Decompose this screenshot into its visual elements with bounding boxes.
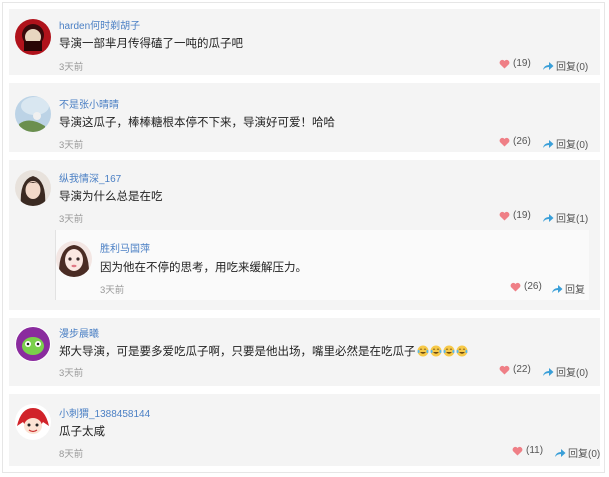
laughing-tears-emoji <box>430 345 441 357</box>
avatar[interactable] <box>15 96 51 132</box>
comment-text-body: 郑大导演，可是要多爱吃瓜子啊，只要是他出场，嘴里必然是在吃瓜子 <box>59 346 416 358</box>
share-arrow-icon <box>543 367 554 376</box>
reply-label: 回复(0) <box>556 368 589 379</box>
reply-button[interactable]: 回复(1) <box>542 210 588 225</box>
reply-label: 回复 <box>565 285 585 296</box>
comment-item: harden何时剃胡子 导演一部芈月传得磕了一吨的瓜子吧 3天前 (19) 回复… <box>9 9 600 75</box>
comment-text: 郑大导演，可是要多爱吃瓜子啊，只要是他出场，嘴里必然是在吃瓜子 <box>59 343 468 359</box>
reply-button[interactable]: 回复(0) <box>542 136 588 151</box>
comment-item: 纵我情深_167 导演为什么总是在吃 3天前 (19) 回复(1) 胜利马国萍 … <box>9 160 600 310</box>
comment-time: 3天前 <box>59 62 84 73</box>
like-count: (26) <box>513 136 531 147</box>
like-count: (19) <box>513 58 531 69</box>
like-count: (19) <box>513 210 531 221</box>
avatar[interactable] <box>15 326 51 362</box>
reply-label: 回复(0) <box>556 62 589 73</box>
comment-item: 漫步晨曦 郑大导演，可是要多爱吃瓜子啊，只要是他出场，嘴里必然是在吃瓜子 3天前… <box>9 318 600 386</box>
comment-username[interactable]: 漫步晨曦 <box>59 325 99 340</box>
reply-button[interactable]: 回复 <box>551 281 585 296</box>
laughing-tears-emoji <box>443 345 454 357</box>
avatar[interactable] <box>15 19 51 55</box>
share-arrow-icon <box>543 61 554 70</box>
comment-time: 3天前 <box>59 368 84 379</box>
heart-icon <box>510 282 521 292</box>
reply-button[interactable]: 回复(0) <box>542 364 588 379</box>
like-button[interactable]: (22) <box>499 364 531 375</box>
reply-label: 回复(1) <box>556 214 589 225</box>
comment-item: 小刺猬_1388458144 瓜子太咸 8天前 (11) 回复(0) <box>9 394 600 466</box>
reply-button[interactable]: 回复(0) <box>554 445 600 460</box>
share-arrow-icon <box>555 448 566 457</box>
share-arrow-icon <box>552 284 563 293</box>
comment-time: 3天前 <box>59 214 84 225</box>
share-arrow-icon <box>543 213 554 222</box>
reply-username[interactable]: 胜利马国萍 <box>100 240 150 255</box>
like-button[interactable]: (11) <box>512 445 543 456</box>
heart-icon <box>499 59 510 69</box>
comment-text: 导演一部芈月传得磕了一吨的瓜子吧 <box>59 38 243 50</box>
heart-icon <box>499 211 510 221</box>
share-arrow-icon <box>543 139 554 148</box>
comment-item: 不是张小晴晴 导演这瓜子，棒棒糖根本停不下来，导演好可爱！哈哈 3天前 (26)… <box>9 83 600 152</box>
comment-list: harden何时剃胡子 导演一部芈月传得磕了一吨的瓜子吧 3天前 (19) 回复… <box>2 2 605 473</box>
avatar[interactable] <box>15 170 51 206</box>
reply-label: 回复(0) <box>568 449 601 460</box>
like-button[interactable]: (19) <box>499 210 531 221</box>
like-button[interactable]: (26) <box>510 281 542 292</box>
comment-username[interactable]: 纵我情深_167 <box>59 170 121 185</box>
reply-time: 3天前 <box>100 285 125 296</box>
avatar[interactable] <box>56 241 92 277</box>
comment-time: 3天前 <box>59 140 84 151</box>
like-button[interactable]: (26) <box>499 136 531 147</box>
comment-username[interactable]: harden何时剃胡子 <box>59 17 140 32</box>
comment-text: 导演这瓜子，棒棒糖根本停不下来，导演好可爱！哈哈 <box>59 117 335 129</box>
avatar[interactable] <box>15 404 51 440</box>
heart-icon <box>499 137 510 147</box>
like-count: (26) <box>524 281 542 292</box>
like-count: (22) <box>513 364 531 375</box>
like-count: (11) <box>526 445 544 456</box>
reply-text: 因为他在不停的思考，用吃来缓解压力。 <box>100 262 307 274</box>
comment-text: 导演为什么总是在吃 <box>59 191 163 203</box>
comment-text: 瓜子太咸 <box>59 426 105 438</box>
heart-icon <box>512 446 523 456</box>
heart-icon <box>499 365 510 375</box>
comment-username[interactable]: 小刺猬_1388458144 <box>59 405 150 420</box>
reply-button[interactable]: 回复(0) <box>542 58 588 73</box>
laughing-tears-emoji <box>417 345 428 357</box>
sub-reply: 胜利马国萍 因为他在不停的思考，用吃来缓解压力。 3天前 (26) 回复 <box>55 230 589 300</box>
like-button[interactable]: (19) <box>499 58 531 69</box>
comment-username[interactable]: 不是张小晴晴 <box>59 96 119 111</box>
comment-time: 8天前 <box>59 449 84 460</box>
reply-label: 回复(0) <box>556 140 589 151</box>
laughing-tears-emoji <box>456 345 467 357</box>
